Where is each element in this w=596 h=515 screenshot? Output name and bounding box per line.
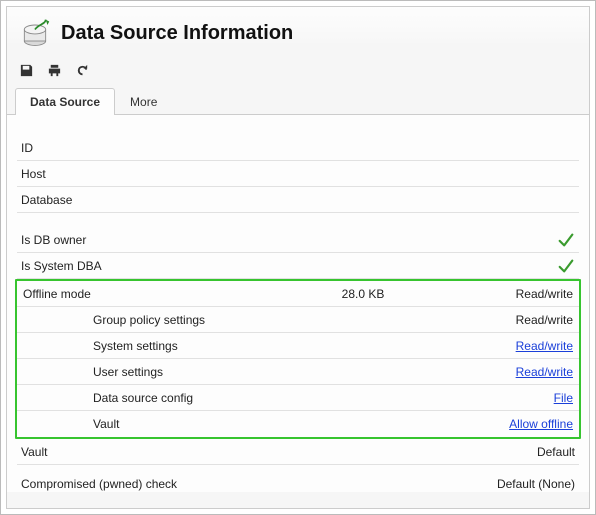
offline-mode-highlight: Offline mode 28.0 KB Read/write Group po… bbox=[15, 279, 581, 439]
checkmark-icon bbox=[485, 257, 575, 275]
offline-sub-label: System settings bbox=[23, 339, 243, 353]
offline-sub-link[interactable]: Allow offline bbox=[509, 417, 573, 431]
pwned-label: Compromised (pwned) check bbox=[21, 477, 261, 491]
row-offline-mode: Offline mode 28.0 KB Read/write bbox=[17, 281, 579, 307]
checkmark-icon bbox=[485, 231, 575, 249]
vault-value: Default bbox=[485, 445, 575, 459]
offline-mode-size: 28.0 KB bbox=[243, 287, 483, 301]
offline-sub-label: User settings bbox=[23, 365, 243, 379]
save-icon[interactable] bbox=[17, 61, 35, 79]
offline-sub-label: Data source config bbox=[23, 391, 243, 405]
panel: Data Source Information Data Source More… bbox=[6, 6, 590, 509]
offline-mode-value: Read/write bbox=[483, 287, 573, 301]
app-logo-icon bbox=[17, 15, 53, 51]
content-area: ID Host Database Is DB owner Is System bbox=[7, 115, 589, 492]
row-offline-system-settings: System settings Read/write bbox=[17, 333, 579, 359]
header: Data Source Information bbox=[7, 7, 589, 55]
database-label: Database bbox=[21, 193, 241, 207]
vault-label: Vault bbox=[21, 445, 241, 459]
window-frame: Data Source Information Data Source More… bbox=[0, 0, 596, 515]
tab-more[interactable]: More bbox=[115, 88, 172, 115]
host-label: Host bbox=[21, 167, 241, 181]
row-vault: Vault Default bbox=[17, 439, 579, 465]
row-host: Host bbox=[17, 161, 579, 187]
offline-sub-link[interactable]: Read/write bbox=[516, 339, 573, 353]
offline-sub-value: Read/write bbox=[516, 313, 573, 327]
row-is-system-dba: Is System DBA bbox=[17, 253, 579, 279]
tab-data-source[interactable]: Data Source bbox=[15, 88, 115, 115]
offline-sub-link[interactable]: Read/write bbox=[516, 365, 573, 379]
id-label: ID bbox=[21, 141, 241, 155]
refresh-icon[interactable] bbox=[73, 61, 91, 79]
row-database: Database bbox=[17, 187, 579, 213]
is-db-owner-label: Is DB owner bbox=[21, 233, 241, 247]
row-offline-data-source-config: Data source config File bbox=[17, 385, 579, 411]
row-offline-user-settings: User settings Read/write bbox=[17, 359, 579, 385]
print-icon[interactable] bbox=[45, 61, 63, 79]
row-offline-vault: Vault Allow offline bbox=[17, 411, 579, 437]
row-pwned-check: Compromised (pwned) check Default (None) bbox=[17, 471, 579, 492]
toolbar bbox=[7, 55, 589, 87]
offline-sub-label: Group policy settings bbox=[23, 313, 243, 327]
row-is-db-owner: Is DB owner bbox=[17, 227, 579, 253]
tab-bar: Data Source More bbox=[7, 87, 589, 115]
is-system-dba-label: Is System DBA bbox=[21, 259, 241, 273]
page-title: Data Source Information bbox=[61, 22, 293, 45]
offline-sub-label: Vault bbox=[23, 417, 243, 431]
pwned-value: Default (None) bbox=[485, 477, 575, 491]
row-offline-group-policy: Group policy settings Read/write bbox=[17, 307, 579, 333]
row-id: ID bbox=[17, 135, 579, 161]
offline-sub-link[interactable]: File bbox=[554, 391, 573, 405]
offline-mode-label: Offline mode bbox=[23, 287, 243, 301]
